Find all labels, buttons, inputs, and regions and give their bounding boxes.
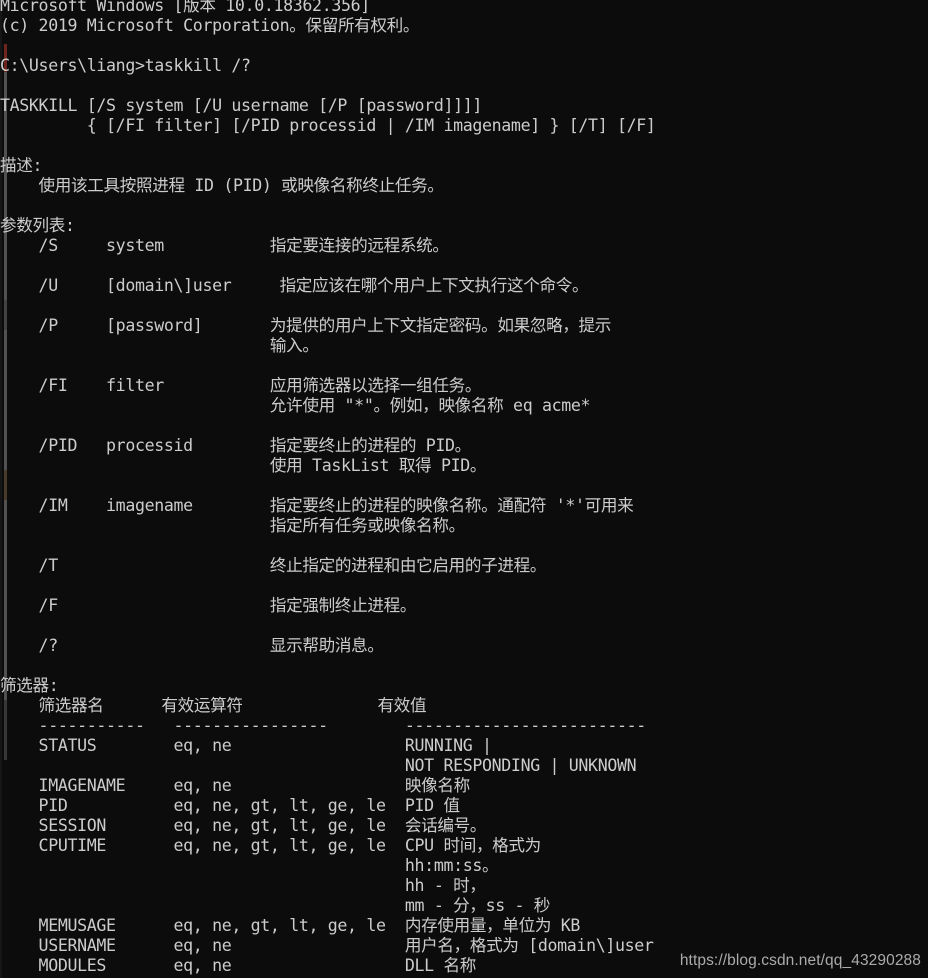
console-line: 筛选器名 有效运算符 有效值 [0,696,427,715]
console-line: 使用该工具按照进程 ID (PID) 或映像名称终止任务。 [0,176,444,195]
console-output[interactable]: Microsoft Windows [版本 10.0.18362.356] (c)… [0,0,928,976]
console-window[interactable]: Microsoft Windows [版本 10.0.18362.356] (c)… [0,0,928,978]
console-line: /IM imagename 指定要终止的进程的映像名称。通配符 '*'可用来 [0,496,634,515]
console-line: /U [domain\]user 指定应该在哪个用户上下文执行这个命令。 [0,276,589,295]
console-line: MEMUSAGE eq, ne, gt, lt, ge, le 内存使用量，单位… [0,916,581,935]
console-line: 输入。 [0,336,319,355]
console-line: USERNAME eq, ne 用户名，格式为 [domain\]user [0,936,654,955]
console-line: 允许使用 "*"。例如，映像名称 eq acme* [0,396,591,415]
console-line: /S system 指定要连接的远程系统。 [0,236,449,255]
console-line: /T 终止指定的进程和由它启用的子进程。 [0,556,547,575]
console-line: NOT RESPONDING | UNKNOWN [0,756,637,775]
console-line: 指定所有任务或映像名称。 [0,516,465,535]
console-line: /? 显示帮助消息。 [0,636,384,655]
console-line: 描述: [0,156,43,175]
console-line: /PID processid 指定要终止的进程的 PID。 [0,436,472,455]
console-line: ----------- ---------------- -----------… [0,716,647,735]
console-line: SESSION eq, ne, gt, lt, ge, le 会话编号。 [0,816,487,835]
console-line: 使用 TaskList 取得 PID。 [0,456,487,475]
console-line: CPUTIME eq, ne, gt, lt, ge, le CPU 时间，格式… [0,836,542,855]
console-line: 筛选器: [0,676,59,695]
console-line: /FI filter 应用筛选器以选择一组任务。 [0,376,482,395]
console-line: TASKKILL [/S system [/U username [/P [pa… [0,96,483,115]
console-line: /F 指定强制终止进程。 [0,596,417,615]
console-line: hh:mm:ss。 [0,856,499,875]
console-line: Microsoft Windows [版本 10.0.18362.356] [0,0,370,15]
console-line: (c) 2019 Microsoft Corporation。保留所有权利。 [0,16,420,35]
console-line: { [/FI filter] [/PID processid | /IM ima… [0,116,656,135]
console-line: /P [password] 为提供的用户上下文指定密码。如果忽略，提示 [0,316,612,335]
console-line: STATUS eq, ne RUNNING | [0,736,492,755]
console-line: 参数列表: [0,216,75,235]
console-line: hh - 时， [0,876,486,895]
console-line: mm - 分，ss - 秒 [0,896,551,915]
console-line: MODULES eq, ne DLL 名称 [0,956,477,975]
console-line: C:\Users\liang>taskkill /? [0,56,251,75]
console-line: PID eq, ne, gt, lt, ge, le PID 值 [0,796,461,815]
console-line: IMAGENAME eq, ne 映像名称 [0,776,471,795]
